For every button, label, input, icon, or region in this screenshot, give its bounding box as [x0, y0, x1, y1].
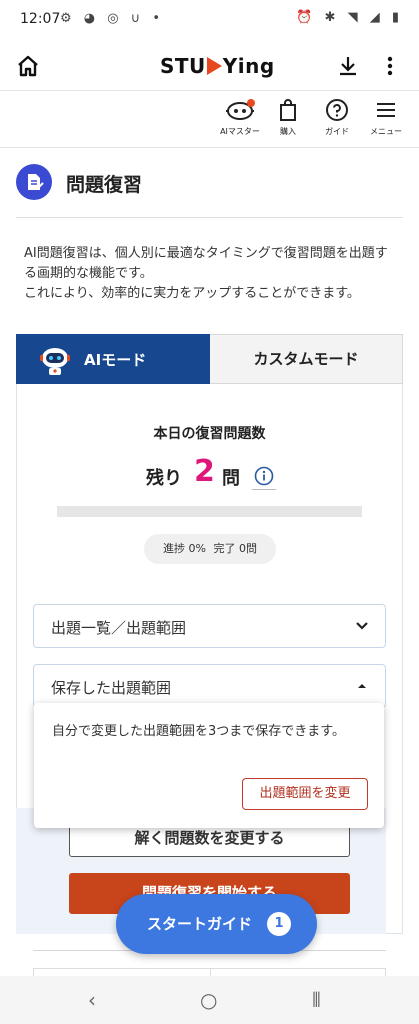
toolbar-purchase[interactable]: 購入 [264, 98, 312, 137]
progress-label: 進捗 0% [163, 542, 206, 555]
notification-dot [247, 99, 255, 107]
toolbar-label: AIマスター [220, 127, 260, 136]
start-guide-button[interactable]: スタートガイド 1 [116, 894, 317, 954]
hamburger-icon [377, 103, 395, 117]
tab-ai-mode[interactable]: AIモード [16, 334, 210, 384]
toolbar-label: ガイド [325, 127, 349, 136]
recents-icon[interactable]: ⦀ [312, 988, 321, 1012]
accordion-label: 保存した出題範囲 [51, 679, 172, 697]
toolbar-guide[interactable]: ガイド [313, 98, 361, 137]
home-circle-icon[interactable]: ○ [200, 988, 217, 1012]
logo-text-right: Ying [222, 54, 275, 78]
status-right-icons: ⏰ ✱ ◥ ◢ ▮ [296, 10, 403, 25]
page-title: 問題復習 [66, 174, 143, 196]
toolbar-label: メニュー [370, 127, 402, 136]
home-icon[interactable] [16, 54, 40, 78]
back-icon[interactable]: ‹ [88, 988, 96, 1012]
document-edit-icon [28, 174, 44, 190]
page-description: AI問題復習は、個人別に最適なタイミングで復習問題を出題する画期的な機能です。 … [24, 244, 396, 304]
info-icon[interactable] [254, 466, 274, 486]
change-range-button[interactable]: 出題範囲を変更 [242, 778, 368, 810]
mode-tabs: AIモード カスタムモード [16, 334, 403, 384]
divider [16, 217, 403, 218]
review-page-icon [16, 164, 52, 200]
today-review-label: 本日の復習問題数 [153, 426, 266, 442]
toolbar-menu[interactable]: メニュー [362, 98, 410, 137]
progress-summary: 進捗 0% 完了 0問 [144, 534, 276, 564]
guide-count-badge: 1 [267, 912, 291, 936]
more-vert-icon[interactable] [380, 54, 400, 78]
popover-text: 自分で変更した出題範囲を3つまで保存できます。 [52, 724, 345, 739]
tab-ai-label: AIモード [84, 351, 147, 369]
description-text: AI問題復習は、個人別に最適なタイミングで復習問題を出題する画期的な機能です。 … [24, 246, 388, 301]
info-underline [252, 489, 276, 490]
tab-custom-mode[interactable]: カスタムモード [210, 334, 403, 384]
logo-play-icon [206, 57, 222, 75]
chevron-down-icon [356, 622, 368, 630]
logo-text-left: STU [160, 54, 206, 78]
completed-label: 完了 0問 [213, 542, 257, 555]
toolbar-ai-master[interactable]: AIマスター [216, 98, 264, 137]
accordion-label: 出題一覧／出題範囲 [51, 619, 187, 637]
saved-range-popover: 自分で変更した出題範囲を3つまで保存できます。 出題範囲を変更 [34, 703, 384, 828]
remaining-suffix: 問 [222, 468, 240, 489]
saved-range-accordion[interactable]: 保存した出題範囲 [33, 664, 386, 708]
status-left-icons: ⚙ ◕ ◎ ∪ • [60, 11, 165, 26]
studying-logo[interactable]: STU Ying [160, 54, 275, 78]
tab-custom-label: カスタムモード [253, 350, 359, 368]
toolbar-label: 購入 [280, 127, 296, 136]
status-time: 12:07 [20, 11, 61, 27]
question-list-accordion[interactable]: 出題一覧／出題範囲 [33, 604, 386, 648]
shopping-bag-icon [280, 99, 296, 121]
ai-robot-icon [40, 348, 70, 375]
status-bar: 12:07 ⚙ ◕ ◎ ∪ • ⏰ ✱ ◥ ◢ ▮ [0, 0, 419, 42]
help-circle-icon [326, 99, 348, 121]
app-header: STU Ying [0, 42, 419, 91]
download-icon[interactable] [336, 54, 360, 78]
toolbar: AIマスター 購入 ガイド メニュー [0, 92, 419, 148]
progress-bar [57, 506, 362, 517]
caret-up-icon [358, 684, 366, 688]
fab-label: スタートガイド [147, 915, 253, 933]
remaining-count: 2 [194, 454, 215, 489]
remaining-prefix: 残り [146, 468, 182, 489]
system-nav-bar: ‹ ○ ⦀ [0, 976, 419, 1024]
